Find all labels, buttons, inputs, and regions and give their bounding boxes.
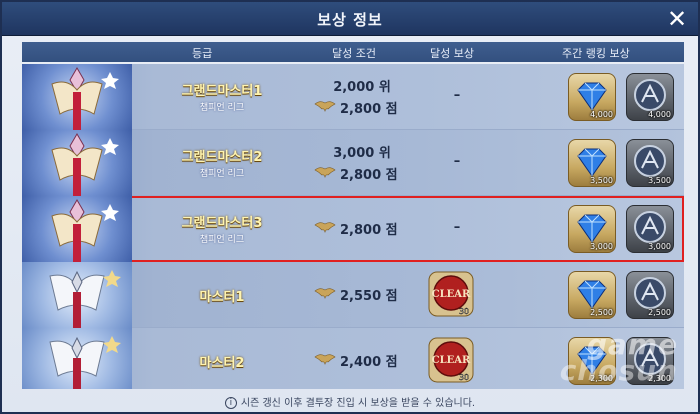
achieve-reward-none: – bbox=[453, 220, 461, 235]
footer-text: 시즌 갱신 이후 결투장 진입 시 보상을 받을 수 있습니다. bbox=[240, 398, 476, 409]
grade-name: 그랜드마스터2 bbox=[181, 150, 263, 165]
svg-text:30: 30 bbox=[459, 307, 469, 316]
header-condition: 달성 조건 bbox=[332, 47, 376, 60]
ticket-reward[interactable]: 2,500 bbox=[626, 271, 674, 319]
gem-reward[interactable]: 3,000 bbox=[568, 205, 616, 253]
grade-name: 마스터2 bbox=[199, 356, 245, 371]
clear-badge-icon[interactable]: CLEAR 30 bbox=[428, 337, 474, 383]
grade-emblem-icon bbox=[22, 130, 132, 196]
wing-score-icon bbox=[314, 101, 336, 112]
ticket-reward[interactable]: 3,000 bbox=[626, 205, 674, 253]
footer-notice: i 시즌 갱신 이후 결투장 진입 시 보상을 받을 수 있습니다. bbox=[2, 394, 698, 409]
score-condition: 2,400 점 bbox=[314, 351, 410, 370]
svg-text:CLEAR: CLEAR bbox=[432, 289, 471, 300]
score-value: 2,400 점 bbox=[340, 355, 398, 370]
score-condition: 2,800 점 bbox=[314, 98, 410, 117]
grade-name: 그랜드마스터1 bbox=[181, 84, 263, 99]
table-row[interactable]: 그랜드마스터2 챔피언 리그 3,000 위 2,800 점 – 3,500 3… bbox=[22, 130, 684, 196]
ticket-quantity: 3,500 bbox=[648, 176, 671, 185]
score-value: 2,800 점 bbox=[340, 168, 398, 183]
wing-score-icon bbox=[314, 288, 336, 299]
ticket-quantity: 3,000 bbox=[648, 242, 671, 251]
score-value: 2,550 점 bbox=[340, 289, 398, 304]
title-bar: 보상 정보 ✕ bbox=[2, 2, 698, 36]
grade-name: 마스터1 bbox=[199, 290, 245, 305]
header-weekly-reward: 주간 랭킹 보상 bbox=[562, 47, 630, 60]
ticket-reward[interactable]: 4,000 bbox=[626, 73, 674, 121]
score-value: 2,800 점 bbox=[340, 102, 398, 117]
header-achieve-reward: 달성 보상 bbox=[430, 47, 474, 60]
svg-text:30: 30 bbox=[459, 373, 469, 382]
wing-score-icon bbox=[314, 222, 336, 233]
gem-reward[interactable]: 2,500 bbox=[568, 271, 616, 319]
table-row[interactable]: 그랜드마스터1 챔피언 리그 2,000 위 2,800 점 – 4,000 4… bbox=[22, 64, 684, 130]
gem-quantity: 4,000 bbox=[590, 110, 613, 119]
league-label: 챔피언 리그 bbox=[199, 169, 245, 179]
achieve-reward-none: – bbox=[453, 88, 461, 103]
watermark: game chosun bbox=[559, 331, 678, 387]
league-label: 챔피언 리그 bbox=[199, 103, 245, 113]
gem-quantity: 3,500 bbox=[590, 176, 613, 185]
table-row[interactable]: 마스터1 2,550 점 CLEAR 30 2,500 2,500 bbox=[22, 262, 684, 328]
gem-quantity: 3,000 bbox=[590, 242, 613, 251]
score-condition: 2,800 점 bbox=[314, 164, 410, 183]
gem-reward[interactable]: 3,500 bbox=[568, 139, 616, 187]
wing-score-icon bbox=[314, 354, 336, 365]
table-header: 등급 달성 조건 달성 보상 주간 랭킹 보상 bbox=[22, 42, 684, 62]
grade-emblem-icon bbox=[22, 64, 132, 130]
gem-quantity: 2,500 bbox=[590, 308, 613, 317]
ticket-quantity: 2,500 bbox=[648, 308, 671, 317]
header-grade: 등급 bbox=[192, 47, 213, 60]
league-label: 챔피언 리그 bbox=[199, 235, 245, 245]
ticket-reward[interactable]: 3,500 bbox=[626, 139, 674, 187]
ticket-quantity: 4,000 bbox=[648, 110, 671, 119]
window-title: 보상 정보 bbox=[317, 11, 383, 29]
watermark-line2: chosun bbox=[559, 354, 678, 387]
info-icon: i bbox=[224, 397, 237, 409]
grade-emblem-icon bbox=[22, 328, 132, 389]
reward-info-window: 보상 정보 ✕ 등급 달성 조건 달성 보상 주간 랭킹 보상 그랜드마스터1 … bbox=[0, 0, 700, 414]
table-row-selected[interactable]: 그랜드마스터3 챔피언 리그 2,800 점 – 3,000 3,000 bbox=[22, 196, 684, 262]
clear-badge-icon[interactable]: CLEAR 30 bbox=[428, 271, 474, 317]
score-value: 2,800 점 bbox=[340, 223, 398, 238]
score-condition: 2,800 점 bbox=[314, 219, 410, 238]
rank-condition: 2,000 위 bbox=[333, 80, 391, 95]
achieve-reward-none: – bbox=[453, 154, 461, 169]
svg-text:CLEAR: CLEAR bbox=[432, 355, 471, 366]
gem-reward[interactable]: 4,000 bbox=[568, 73, 616, 121]
close-icon[interactable]: ✕ bbox=[666, 7, 688, 31]
rank-condition: 3,000 위 bbox=[333, 146, 391, 161]
grade-emblem-icon bbox=[22, 196, 132, 262]
wing-score-icon bbox=[314, 167, 336, 178]
score-condition: 2,550 점 bbox=[314, 285, 410, 304]
grade-emblem-icon bbox=[22, 262, 132, 328]
grade-name: 그랜드마스터3 bbox=[181, 216, 263, 231]
